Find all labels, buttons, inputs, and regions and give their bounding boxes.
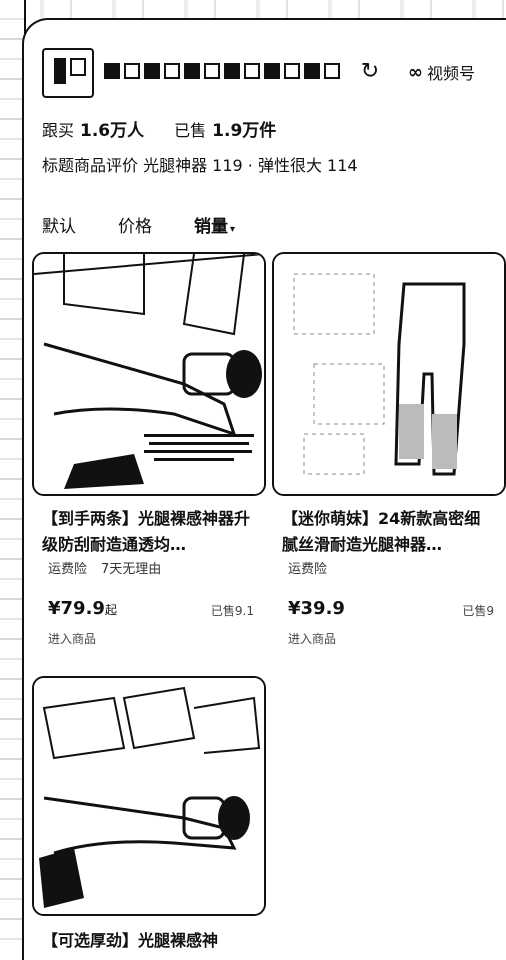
product-sold: 已售9.1	[210, 604, 254, 618]
product-tag: 运费险	[48, 562, 88, 577]
product-price-value: ¥39.9	[288, 598, 345, 619]
product-image[interactable]	[32, 252, 266, 496]
refresh-icon[interactable]: ↻	[358, 60, 382, 84]
sold-value: 1.9万件	[212, 121, 277, 141]
product-price: ¥79.9起	[48, 598, 117, 619]
product-card[interactable]: 【到手两条】光腿裸感神器升级防刮耐造通透均… 运费险 7天无理由 ¥79.9起 …	[32, 252, 266, 652]
product-tags: 运费险 7天无理由	[48, 558, 161, 577]
enter-product-link[interactable]: 进入商品	[288, 630, 336, 647]
product-card[interactable]: 【迷你萌妹】24新款高密细腻丝滑耐造光腿神器… 运费险 ¥39.9 已售9 进入…	[272, 252, 506, 652]
product-sold: 已售9	[462, 604, 494, 618]
product-title[interactable]: 【可选厚劲】光腿裸感神	[42, 928, 254, 954]
tab-sales-label: 销量	[194, 217, 228, 237]
video-channel-icon: ∞	[408, 61, 423, 83]
product-image[interactable]	[272, 252, 506, 496]
product-title[interactable]: 【到手两条】光腿裸感神器升级防刮耐造通透均…	[42, 506, 254, 558]
product-price-suffix: 起	[104, 603, 117, 617]
tab-sales[interactable]: 销量 ▾	[194, 212, 235, 237]
sort-tabs: 默认 价格 销量 ▾	[42, 212, 235, 237]
shop-stats: 跟买 1.6万人 已售 1.9万件	[42, 116, 276, 141]
video-channel-link[interactable]: ∞ 视频号	[408, 60, 475, 84]
shop-logo[interactable]	[42, 48, 94, 98]
chevron-down-icon: ▾	[230, 224, 236, 235]
product-image[interactable]	[32, 676, 266, 916]
tab-default[interactable]: 默认	[42, 212, 76, 237]
product-title[interactable]: 【迷你萌妹】24新款高密细腻丝滑耐造光腿神器…	[282, 506, 494, 558]
product-tag: 7天无理由	[101, 562, 162, 577]
shop-name-redacted	[104, 62, 340, 80]
product-card[interactable]: 【可选厚劲】光腿裸感神	[32, 676, 266, 954]
video-channel-label: 视频号	[427, 64, 476, 83]
follow-label: 跟买	[42, 121, 75, 140]
product-price-value: ¥79.9	[48, 598, 105, 619]
product-tag: 运费险	[288, 562, 328, 577]
sold-label: 已售	[174, 121, 207, 140]
product-tags: 运费险	[288, 558, 327, 577]
review-summary[interactable]: 标题商品评价 光腿神器 119 · 弹性很大 114	[42, 152, 358, 176]
enter-product-link[interactable]: 进入商品	[48, 630, 96, 647]
tab-price[interactable]: 价格	[118, 212, 152, 237]
follow-value: 1.6万人	[80, 121, 145, 141]
product-price: ¥39.9	[288, 598, 345, 619]
